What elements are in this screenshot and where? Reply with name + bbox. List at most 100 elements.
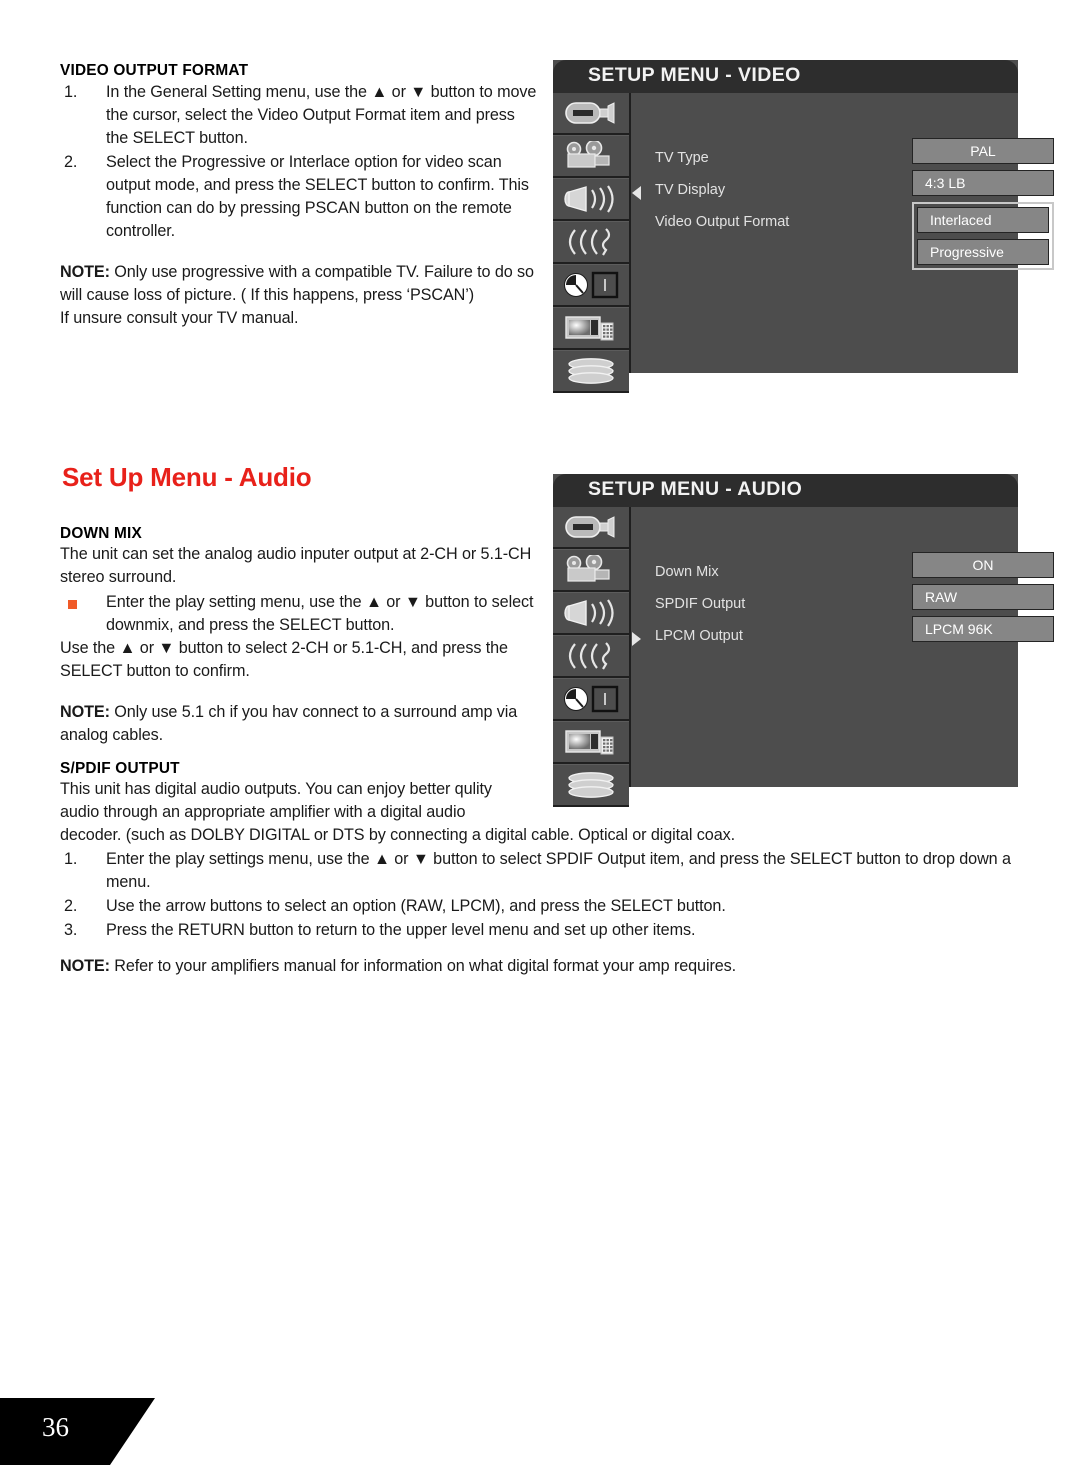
osd-video-title: SETUP MENU - VIDEO	[588, 64, 801, 86]
sidebar-item-preferences[interactable]	[553, 264, 629, 307]
movie-camera-icon	[563, 141, 619, 171]
clock-icon	[562, 684, 620, 714]
list-number: 2.	[64, 153, 78, 171]
clock-icon	[562, 270, 620, 300]
list-item: 2. Select the Progressive or Interlace o…	[60, 151, 540, 243]
value-button-progressive[interactable]: Progressive	[917, 239, 1049, 265]
sidebar-item-audio[interactable]	[553, 592, 629, 635]
row-label: TV Type	[655, 150, 709, 166]
list-text: In the General Setting menu, use the ▲ o…	[106, 83, 537, 147]
value-button-spdif-output[interactable]: RAW	[912, 584, 1054, 610]
note-paragraph-2: If unsure consult your TV manual.	[60, 309, 299, 327]
page-number: 36	[42, 1412, 69, 1442]
list-number: 1.	[64, 850, 78, 868]
osd-video-body: TV Type TV Display Video Output Format P…	[553, 93, 1054, 393]
speaker-icon	[562, 184, 620, 214]
list-item: Enter the play setting menu, use the ▲ o…	[60, 591, 550, 637]
chevron-right-icon	[632, 632, 641, 646]
video-format-step-list: 1. In the General Setting menu, use the …	[60, 81, 540, 243]
sidebar-item-video[interactable]	[553, 549, 629, 592]
sidebar-item-display[interactable]	[553, 307, 629, 350]
row-label: SPDIF Output	[655, 596, 746, 612]
video-output-format-section: VIDEO OUTPUT FORMAT 1. In the General Se…	[60, 62, 540, 330]
osd-audio-titlebar: SETUP MENU - AUDIO	[553, 474, 1018, 507]
sidebar-item-preferences[interactable]	[553, 678, 629, 721]
down-mix-section: DOWN MIX The unit can set the analog aud…	[60, 525, 550, 747]
list-number: 2.	[64, 897, 78, 915]
list-text: Use the arrow buttons to select an optio…	[106, 897, 726, 915]
sidebar-item-sound-effects[interactable]	[553, 221, 629, 264]
row-label: Down Mix	[655, 564, 719, 580]
page-title: Set Up Menu - Audio	[62, 462, 312, 492]
row-label: Video Output Format	[655, 214, 790, 230]
osd-audio-body: Down Mix SPDIF Output LPCM Output ON RAW…	[553, 507, 1054, 807]
note-text: Refer to your amplifiers manual for info…	[109, 957, 737, 975]
list-item: 2. Use the arrow buttons to select an op…	[60, 895, 1020, 918]
osd-audio-title: SETUP MENU - AUDIO	[588, 478, 803, 500]
osd-video-rows: TV Type TV Display Video Output Format P…	[629, 93, 1054, 373]
note-label: NOTE:	[60, 703, 110, 721]
list-item: 1. Enter the play settings menu, use the…	[60, 848, 1020, 894]
note-text: Only use 5.1 ch if you hav connect to a …	[60, 703, 518, 744]
list-text: Press the RETURN button to return to the…	[106, 921, 696, 939]
list-text: Select the Progressive or Interlace opti…	[106, 153, 529, 240]
note-label: NOTE:	[60, 263, 110, 281]
note-paragraph: NOTE: Only use 5.1 ch if you hav connect…	[60, 701, 550, 747]
note-text: Only use progressive with a compatible T…	[60, 263, 534, 304]
value-button-down-mix[interactable]: ON	[912, 552, 1054, 578]
osd-audio-rows: Down Mix SPDIF Output LPCM Output ON RAW…	[629, 507, 1054, 787]
final-note-paragraph: NOTE: Refer to your amplifiers manual fo…	[60, 955, 1020, 978]
speaker-icon	[562, 598, 620, 628]
projector-icon	[564, 514, 618, 540]
section-heading-video-output-format: VIDEO OUTPUT FORMAT	[60, 62, 249, 79]
setup-menu-audio-panel: SETUP MENU - AUDIO Down Mix SPDIF Output…	[553, 474, 1054, 807]
sidebar-item-disc[interactable]	[553, 350, 629, 393]
spdif-intro-2: decoder. (such as DOLBY DIGITAL or DTS b…	[60, 826, 736, 844]
osd-audio-value-column: ON RAW LPCM 96K	[912, 552, 1054, 648]
list-text: Enter the play setting menu, use the ▲ o…	[106, 593, 534, 634]
list-item: 1. In the General Setting menu, use the …	[60, 81, 540, 150]
value-button-interlaced[interactable]: Interlaced	[917, 207, 1049, 233]
projector-icon	[564, 100, 618, 126]
osd-video-titlebar: SETUP MENU - VIDEO	[553, 60, 1018, 93]
list-item: 3. Press the RETURN button to return to …	[60, 919, 1020, 942]
osd-audio-icon-rail	[553, 507, 631, 807]
section-heading-down-mix: DOWN MIX	[60, 525, 142, 542]
down-mix-intro: The unit can set the analog audio inpute…	[60, 545, 532, 586]
monitor-remote-icon	[563, 313, 619, 343]
movie-camera-icon	[563, 555, 619, 585]
sound-waves-icon	[563, 640, 619, 672]
sidebar-item-disc[interactable]	[553, 764, 629, 807]
sound-waves-icon	[563, 226, 619, 258]
value-group-video-output-format: Interlaced Progressive	[912, 202, 1054, 270]
page-number-tab: 36	[0, 1398, 155, 1465]
sidebar-item-general[interactable]	[553, 93, 629, 135]
spdif-intro: This unit has digital audio outputs. You…	[60, 780, 492, 821]
sidebar-item-sound-effects[interactable]	[553, 635, 629, 678]
square-bullet-icon	[68, 600, 77, 609]
sidebar-item-audio[interactable]	[553, 178, 629, 221]
value-button-tv-type[interactable]: PAL	[912, 138, 1054, 164]
spdif-output-section: S/PDIF OUTPUT This unit has digital audi…	[60, 760, 1020, 942]
sidebar-item-general[interactable]	[553, 507, 629, 549]
value-button-tv-display[interactable]: 4:3 LB	[912, 170, 1054, 196]
osd-video-icon-rail	[553, 93, 631, 393]
list-number: 1.	[64, 83, 78, 101]
setup-menu-video-panel: SETUP MENU - VIDEO TV Type TV Display Vi…	[553, 60, 1054, 393]
note-paragraph: NOTE: Only use progressive with a compat…	[60, 261, 540, 307]
osd-video-value-column: PAL 4:3 LB Interlaced Progressive	[912, 138, 1054, 270]
down-mix-after-text: Use the ▲ or ▼ button to select 2-CH or …	[60, 639, 508, 680]
spdif-step-list: 1. Enter the play settings menu, use the…	[60, 848, 1020, 942]
row-label: LPCM Output	[655, 628, 743, 644]
sidebar-item-video[interactable]	[553, 135, 629, 178]
sidebar-item-display[interactable]	[553, 721, 629, 764]
value-button-lpcm-output[interactable]: LPCM 96K	[912, 616, 1054, 642]
row-label: TV Display	[655, 182, 726, 198]
list-number: 3.	[64, 921, 78, 939]
disc-stack-icon	[563, 356, 619, 386]
list-text: Enter the play settings menu, use the ▲ …	[106, 850, 1011, 891]
chevron-left-icon	[632, 186, 641, 200]
note-label: NOTE:	[60, 957, 110, 975]
disc-stack-icon	[563, 770, 619, 800]
monitor-remote-icon	[563, 727, 619, 757]
